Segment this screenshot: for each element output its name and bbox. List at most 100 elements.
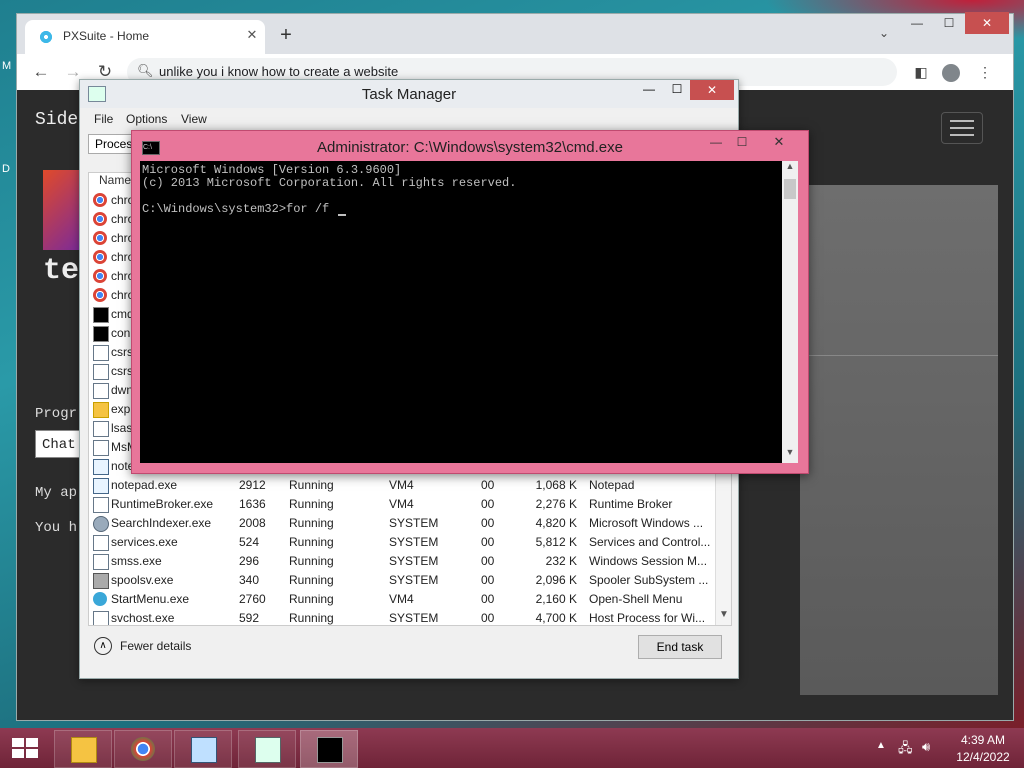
hamburger-menu-icon[interactable] bbox=[941, 112, 983, 144]
right-image-panel bbox=[800, 185, 998, 695]
browser-close-button[interactable]: ✕ bbox=[965, 12, 1009, 34]
process-desc: Windows Session M... bbox=[589, 554, 708, 568]
table-row[interactable]: StartMenu.exe 2760 Running VM4 00 2,160 K Open… bbox=[89, 590, 715, 609]
close-tab-icon[interactable]: ✕ bbox=[243, 26, 261, 44]
clock-date[interactable]: 12/4/2022 bbox=[948, 750, 1018, 764]
task-manager-maximize-button[interactable]: ☐ bbox=[664, 82, 690, 100]
scroll-thumb[interactable] bbox=[784, 179, 796, 199]
process-pid: 592 bbox=[239, 611, 260, 625]
process-user: SYSTEM bbox=[389, 535, 439, 549]
new-tab-icon[interactable]: + bbox=[275, 24, 297, 46]
back-arrow-icon[interactable]: ← bbox=[29, 60, 53, 84]
taskbar-notepad[interactable] bbox=[174, 730, 232, 768]
table-row[interactable]: SearchIndexer.exe 2008 Running SYSTEM 00 4,82… bbox=[89, 514, 715, 533]
task-manager-titlebar[interactable]: Task Manager — ☐ ✕ bbox=[80, 80, 738, 108]
cmd-process-icon bbox=[93, 326, 109, 342]
page-heading: te bbox=[43, 254, 80, 288]
printer-process-icon bbox=[93, 573, 109, 589]
cmd-scrollbar[interactable]: ▲ ▼ bbox=[782, 161, 798, 463]
taskbar-chrome[interactable] bbox=[114, 730, 172, 768]
scroll-down-icon[interactable]: ▼ bbox=[782, 447, 798, 463]
browser-minimize-button[interactable]: — bbox=[901, 12, 933, 34]
process-name: expl bbox=[111, 402, 134, 416]
chevron-down-icon[interactable]: ⌄ bbox=[875, 26, 893, 44]
taskbar-command-prompt[interactable] bbox=[300, 730, 358, 768]
process-user: VM4 bbox=[389, 497, 414, 511]
chrome-icon bbox=[131, 737, 155, 761]
process-cpu: 00 bbox=[481, 611, 495, 625]
scroll-up-icon[interactable]: ▲ bbox=[782, 161, 798, 177]
process-pid: 296 bbox=[239, 554, 260, 568]
desktop-icon-d[interactable]: D bbox=[2, 163, 14, 177]
exe-process-icon bbox=[93, 611, 109, 625]
menu-options[interactable]: Options bbox=[126, 112, 167, 126]
table-row[interactable]: spoolsv.exe 340 Running SYSTEM 00 2,096 K Spoo… bbox=[89, 571, 715, 590]
desktop-icon-m[interactable]: M bbox=[2, 60, 14, 74]
panel-divider bbox=[800, 355, 998, 356]
process-cpu: 00 bbox=[481, 535, 495, 549]
browser-tab[interactable]: PXSuite - Home ✕ bbox=[25, 20, 265, 54]
process-name: RuntimeBroker.exe bbox=[111, 497, 214, 511]
process-pid: 340 bbox=[239, 573, 260, 587]
process-cpu: 00 bbox=[481, 554, 495, 568]
cmd-console[interactable]: Microsoft Windows [Version 6.3.9600] (c)… bbox=[140, 161, 782, 463]
kebab-menu-icon[interactable]: ⋮ bbox=[973, 60, 997, 84]
end-task-button[interactable]: End task bbox=[638, 635, 722, 659]
process-status: Running bbox=[289, 611, 334, 625]
process-user: VM4 bbox=[389, 592, 414, 606]
profile-avatar-icon[interactable] bbox=[939, 60, 963, 84]
address-text[interactable]: unlike you i know how to create a websit… bbox=[159, 64, 398, 79]
start-button[interactable] bbox=[6, 734, 42, 762]
taskbar-task-manager[interactable] bbox=[238, 730, 296, 768]
exe-process-icon bbox=[93, 497, 109, 513]
chrome-process-icon bbox=[93, 250, 107, 264]
pxsuite-favicon-icon bbox=[39, 30, 53, 44]
process-cpu: 00 bbox=[481, 516, 495, 530]
process-user: SYSTEM bbox=[389, 611, 439, 625]
process-name: smss.exe bbox=[111, 554, 162, 568]
show-hidden-icons-icon[interactable]: ▲ bbox=[876, 740, 886, 751]
volume-icon[interactable]: 🔊︎ bbox=[922, 739, 930, 755]
chevron-up-icon[interactable]: ∧ bbox=[94, 637, 112, 655]
process-desc: Runtime Broker bbox=[589, 497, 673, 511]
table-row[interactable]: services.exe 524 Running SYSTEM 00 5,812 K Ser… bbox=[89, 533, 715, 552]
exe-process-icon bbox=[93, 383, 109, 399]
sidebar-title: Side bbox=[35, 110, 79, 130]
process-desc: Host Process for Wi... bbox=[589, 611, 706, 625]
exe-process-icon bbox=[93, 345, 109, 361]
process-pid: 2912 bbox=[239, 478, 266, 492]
browser-maximize-button[interactable]: ☐ bbox=[933, 12, 965, 34]
fewer-details-link[interactable]: Fewer details bbox=[120, 639, 191, 653]
cmd-maximize-button[interactable]: ☐ bbox=[730, 135, 754, 153]
taskbar-file-explorer[interactable] bbox=[54, 730, 112, 768]
process-user: SYSTEM bbox=[389, 573, 439, 587]
table-row[interactable]: svchost.exe 592 Running SYSTEM 00 4,700 K Host… bbox=[89, 609, 715, 625]
menu-file[interactable]: File bbox=[94, 112, 113, 126]
table-row[interactable]: notepad.exe 2912 Running VM4 00 1,068 K Notepa… bbox=[89, 476, 715, 495]
table-row[interactable]: smss.exe 296 Running SYSTEM 00 232 K Windows S… bbox=[89, 552, 715, 571]
console-prompt-line[interactable]: C:\Windows\system32>for /f bbox=[142, 202, 347, 216]
task-manager-close-button[interactable]: ✕ bbox=[690, 80, 734, 100]
notepad-process-icon bbox=[93, 478, 109, 494]
task-manager-minimize-button[interactable]: — bbox=[636, 82, 662, 100]
console-line-version: Microsoft Windows [Version 6.3.9600] bbox=[142, 163, 402, 177]
search-icon: 🔍︎ bbox=[137, 63, 154, 78]
table-row[interactable]: RuntimeBroker.exe 1636 Running VM4 00 2,276 K… bbox=[89, 495, 715, 514]
process-user: VM4 bbox=[389, 478, 414, 492]
clock-time[interactable]: 4:39 AM bbox=[948, 733, 1018, 747]
process-name: svchost.exe bbox=[111, 611, 175, 625]
cmd-minimize-button[interactable]: — bbox=[704, 135, 728, 153]
network-icon[interactable]: 🖧 bbox=[898, 739, 913, 761]
process-mem: 1,068 K bbox=[535, 478, 577, 492]
process-status: Running bbox=[289, 592, 334, 606]
cmd-close-button[interactable]: ✕ bbox=[756, 131, 802, 153]
process-desc: Spooler SubSystem ... bbox=[589, 573, 709, 587]
chrome-process-icon bbox=[93, 212, 107, 226]
side-panel-icon[interactable]: ◧ bbox=[909, 60, 933, 84]
task-manager-icon bbox=[255, 737, 281, 763]
process-cpu: 00 bbox=[481, 592, 495, 606]
scroll-down-icon[interactable]: ▼ bbox=[716, 609, 731, 625]
menu-view[interactable]: View bbox=[181, 112, 207, 126]
process-mem: 2,276 K bbox=[535, 497, 577, 511]
column-header-name[interactable]: Name bbox=[99, 173, 131, 187]
